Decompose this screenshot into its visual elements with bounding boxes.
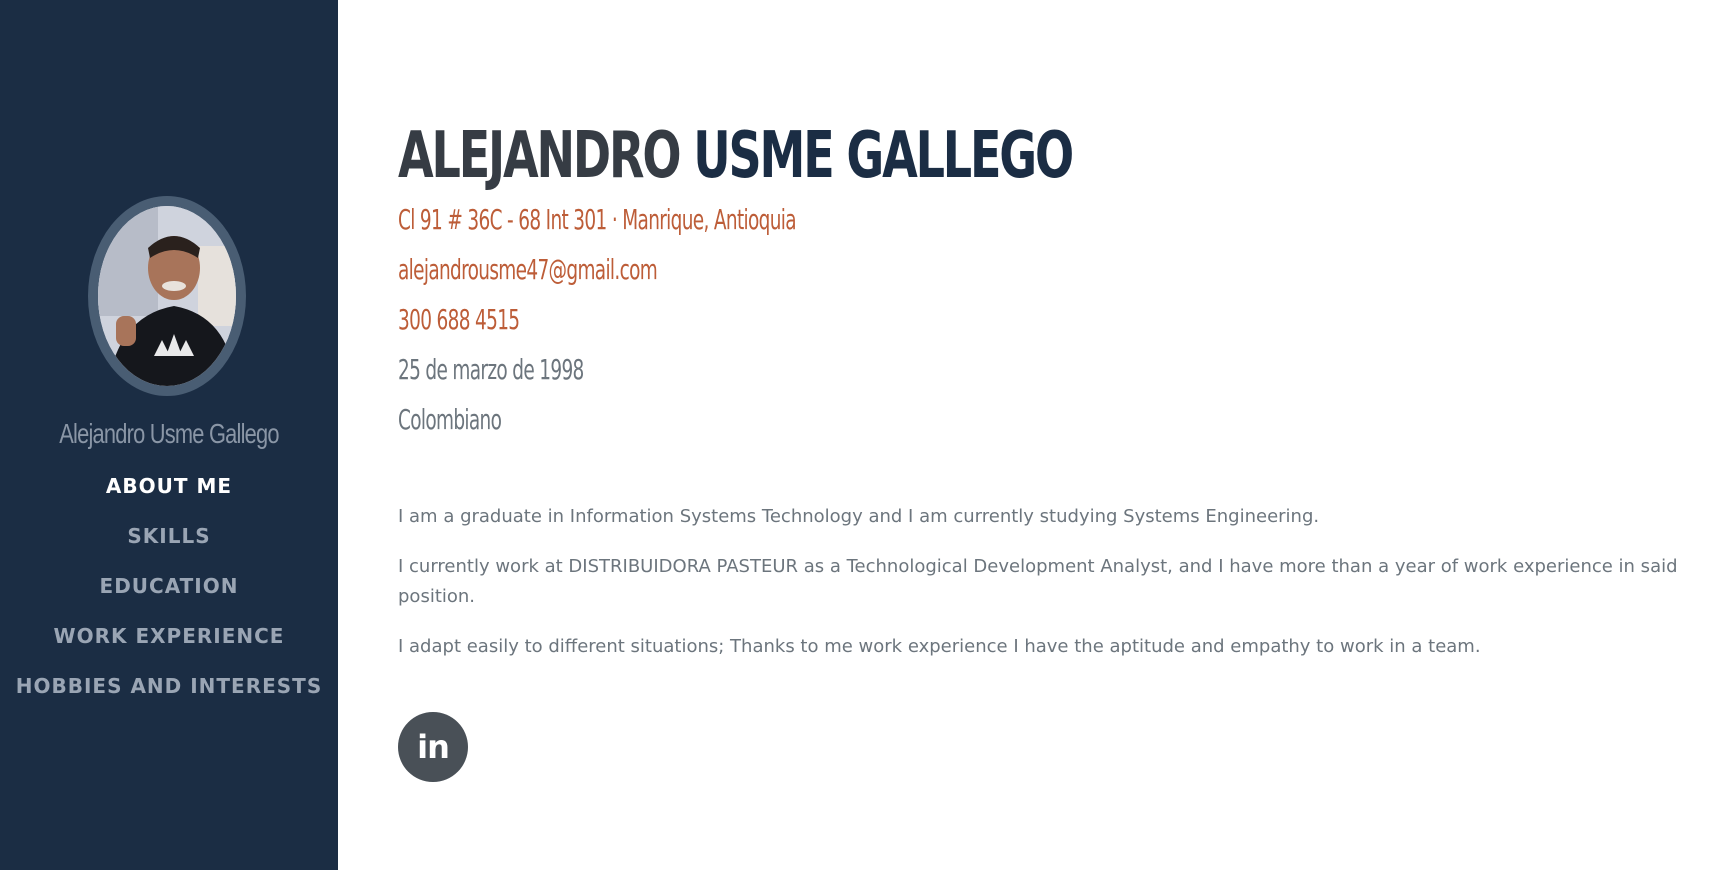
about-paragraph-3: I adapt easily to different situations; … xyxy=(398,636,1481,657)
sidebar: Alejandro Usme Gallego ABOUT ME SKILLS E… xyxy=(0,0,338,870)
linkedin-button[interactable]: in xyxy=(398,712,468,782)
linkedin-icon: in xyxy=(417,728,450,766)
nav-item-about-me[interactable]: ABOUT ME xyxy=(0,470,338,520)
nav-item-work-experience[interactable]: WORK EXPERIENCE xyxy=(0,620,338,670)
nationality-text: Colombiano xyxy=(398,403,502,436)
nav-item-skills[interactable]: SKILLS xyxy=(0,520,338,570)
phone-text: 300 688 4515 xyxy=(398,303,520,336)
first-name: ALEJANDRO xyxy=(398,119,681,193)
nav-item-education[interactable]: EDUCATION xyxy=(0,570,338,620)
about-paragraph-2: I currently work at DISTRIBUIDORA PASTEU… xyxy=(398,556,1678,607)
main-content: ALEJANDRO USME GALLEGO Cl 91 # 36C - 68 … xyxy=(398,0,1718,870)
profile-photo xyxy=(98,206,236,386)
last-name: USME GALLEGO xyxy=(693,119,1074,193)
sidebar-nav: ABOUT ME SKILLS EDUCATION WORK EXPERIENC… xyxy=(0,470,338,720)
profile-avatar xyxy=(88,196,246,396)
page-title: ALEJANDRO USME GALLEGO xyxy=(398,112,1074,200)
sidebar-name: Alejandro Usme Gallego xyxy=(59,418,279,449)
email-link[interactable]: alejandrousme47@gmail.com xyxy=(398,250,658,290)
about-paragraph-1: I am a graduate in Information Systems T… xyxy=(398,506,1320,527)
nav-item-hobbies-and-interests[interactable]: HOBBIES AND INTERESTS xyxy=(0,670,338,720)
address-text: Cl 91 # 36C - 68 Int 301 · Manrique, Ant… xyxy=(398,203,797,236)
birthdate-text: 25 de marzo de 1998 xyxy=(398,353,584,386)
